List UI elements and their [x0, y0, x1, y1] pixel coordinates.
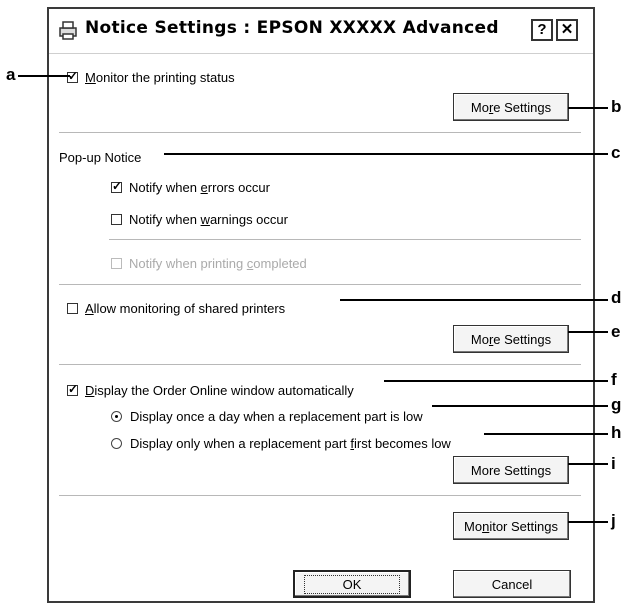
- notice-settings-dialog: Notice Settings : EPSON XXXXX Advanced ?…: [47, 7, 595, 603]
- more-settings-button-2[interactable]: More Settings: [453, 325, 569, 353]
- notify-warnings-label: Notify when warnings occur: [129, 212, 288, 227]
- order-online-label: Display the Order Online window automati…: [85, 383, 354, 398]
- monitor-status-checkbox[interactable]: Monitor the printing status: [67, 69, 235, 85]
- checkbox-icon: [67, 303, 78, 314]
- monitor-settings-button[interactable]: Monitor Settings: [453, 512, 569, 540]
- allow-shared-monitoring-label: Allow monitoring of shared printers: [85, 301, 286, 316]
- radio-first-becomes-low[interactable]: Display only when a replacement part fir…: [111, 436, 451, 451]
- notify-completed-label: Notify when printing completed: [129, 256, 307, 271]
- checkbox-icon: [67, 69, 78, 83]
- more-settings-button-3[interactable]: More Settings: [453, 456, 569, 484]
- allow-shared-monitoring-checkbox[interactable]: Allow monitoring of shared printers: [67, 301, 285, 316]
- notify-completed-checkbox: Notify when printing completed: [111, 256, 307, 271]
- callout-label-c: c: [611, 143, 621, 162]
- more-settings-button-1[interactable]: More Settings: [453, 93, 569, 121]
- callout-line-d: [340, 299, 608, 301]
- callout-line-c: [164, 153, 608, 155]
- title-bar: Notice Settings : EPSON XXXXX Advanced ?…: [49, 9, 593, 54]
- popup-notice-heading: Pop-up Notice: [59, 150, 142, 165]
- callout-label-f: f: [611, 370, 617, 389]
- printer-icon: [59, 21, 77, 40]
- cancel-button[interactable]: Cancel: [453, 570, 571, 598]
- checkbox-icon: [67, 382, 78, 396]
- callout-label-e: e: [611, 322, 621, 341]
- radio-selected-icon: [111, 411, 122, 422]
- monitor-status-label: Monitor the printing status: [85, 70, 235, 85]
- dialog-body: Monitor the printing status More Setting…: [49, 54, 593, 601]
- callout-label-b: b: [611, 97, 622, 116]
- radio-once-a-day[interactable]: Display once a day when a replacement pa…: [111, 409, 423, 424]
- radio-first-becomes-low-label: Display only when a replacement part fir…: [130, 436, 451, 451]
- window-title: Notice Settings : EPSON XXXXX Advanced: [85, 18, 499, 38]
- callout-label-i: i: [611, 454, 616, 473]
- notify-warnings-checkbox[interactable]: Notify when warnings occur: [111, 212, 288, 227]
- notify-errors-label: Notify when errors occur: [129, 180, 270, 195]
- close-button[interactable]: ✕: [556, 19, 578, 41]
- callout-label-d: d: [611, 288, 622, 307]
- callout-line-i: [568, 463, 608, 465]
- radio-once-a-day-label: Display once a day when a replacement pa…: [130, 409, 423, 424]
- order-online-checkbox[interactable]: Display the Order Online window automati…: [67, 382, 354, 398]
- checkbox-icon: [111, 179, 122, 193]
- callout-line-b: [568, 107, 608, 109]
- separator: [109, 239, 581, 240]
- separator: [59, 284, 581, 285]
- callout-line-f: [384, 380, 608, 382]
- ok-button[interactable]: OK: [293, 570, 411, 598]
- separator: [59, 132, 581, 133]
- callout-line-j: [568, 521, 608, 523]
- help-button[interactable]: ?: [531, 19, 553, 41]
- radio-unselected-icon: [111, 438, 122, 449]
- checkbox-icon: [111, 258, 122, 269]
- callout-line-h: [484, 433, 608, 435]
- separator: [59, 495, 581, 496]
- callout-line-g: [432, 405, 608, 407]
- checkbox-icon: [111, 214, 122, 225]
- callout-label-a: a: [6, 65, 16, 84]
- callout-label-j: j: [611, 511, 616, 530]
- callout-line-a: [18, 75, 70, 77]
- separator: [59, 364, 581, 365]
- callout-label-g: g: [611, 395, 622, 414]
- callout-line-e: [568, 331, 608, 333]
- callout-label-h: h: [611, 423, 622, 442]
- notify-errors-checkbox[interactable]: Notify when errors occur: [111, 179, 270, 195]
